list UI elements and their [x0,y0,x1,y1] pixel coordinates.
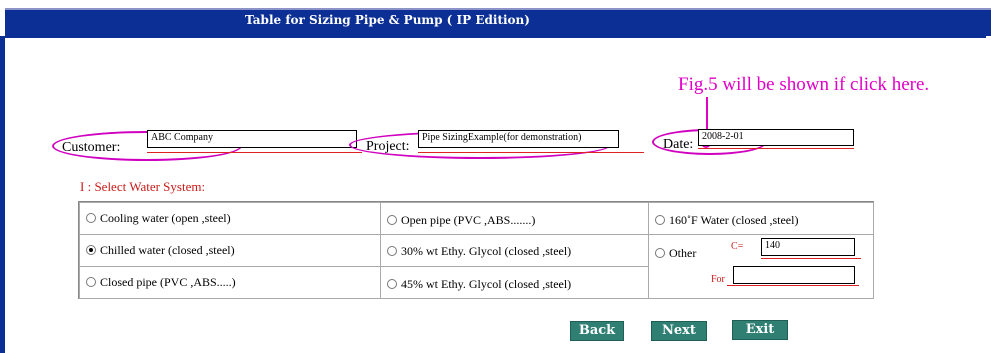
c-label: C= [731,241,744,252]
option-cell: 30% wt Ethy. Glycol (closed ,steel) [380,234,649,267]
option-cell: Closed pipe (PVC ,ABS.....) [79,266,381,299]
customer-underline [147,152,362,153]
window-right-border [986,36,991,353]
option-other-cell: Other C= 140 For [648,234,874,299]
option-160f-water[interactable]: 160˚F Water (closed ,steel) [655,213,798,228]
radio-icon[interactable] [387,279,397,290]
customer-label: Customer: [62,140,121,155]
option-label: 45% wt Ethy. Glycol (closed ,steel) [401,277,572,291]
option-cooling-water[interactable]: Cooling water (open ,steel) [86,211,231,226]
date-input[interactable]: 2008-2-01 [698,129,854,146]
option-chilled-water[interactable]: Chilled water (closed ,steel) [86,243,235,258]
water-system-table: Cooling water (open ,steel) Chilled wate… [78,201,874,299]
option-label: Chilled water (closed ,steel) [100,243,235,257]
option-label: 160˚F Water (closed ,steel) [669,213,799,227]
option-cell: 160˚F Water (closed ,steel) [648,202,874,235]
window-left-border [0,36,5,353]
project-underline [418,152,644,153]
option-open-pipe[interactable]: Open pipe (PVC ,ABS.......) [387,213,535,228]
radio-icon[interactable] [655,248,665,259]
option-cell: Cooling water (open ,steel) [79,202,381,235]
radio-icon[interactable] [86,213,96,224]
next-button[interactable]: Next [651,321,707,341]
radio-selected-icon[interactable] [86,245,96,256]
radio-icon[interactable] [387,246,397,257]
radio-icon[interactable] [86,277,96,288]
option-label: Closed pipe (PVC ,ABS.....) [100,275,236,289]
option-other[interactable]: Other [655,246,696,261]
option-label: Open pipe (PVC ,ABS.......) [401,213,536,227]
for-underline [727,285,859,286]
option-30-glycol[interactable]: 30% wt Ethy. Glycol (closed ,steel) [387,244,571,259]
option-closed-pipe[interactable]: Closed pipe (PVC ,ABS.....) [86,275,236,290]
radio-icon[interactable] [655,215,665,226]
for-label: For [711,274,725,285]
title-bar: Table for Sizing Pipe & Pump ( IP Editio… [0,0,991,38]
for-value-input[interactable] [733,266,855,284]
option-cell: 45% wt Ethy. Glycol (closed ,steel) [380,266,649,299]
window-title: Table for Sizing Pipe & Pump ( IP Editio… [245,13,530,27]
section-title-water-system: I : Select Water System: [80,179,206,194]
date-label: Date: [663,137,694,152]
project-label: Project: [366,139,410,154]
option-label: Cooling water (open ,steel) [100,211,231,225]
option-cell: Open pipe (PVC ,ABS.......) [380,202,649,235]
customer-input[interactable]: ABC Company [147,130,357,148]
back-button[interactable]: Back [570,321,624,341]
option-label: Other [669,246,697,260]
option-45-glycol[interactable]: 45% wt Ethy. Glycol (closed ,steel) [387,277,571,292]
annotation-callout: Fig.5 will be shown if click here. [678,74,930,95]
radio-icon[interactable] [387,215,397,226]
option-cell: Chilled water (closed ,steel) [79,234,381,267]
c-value-input[interactable]: 140 [761,238,855,256]
option-label: 30% wt Ethy. Glycol (closed ,steel) [401,244,572,258]
exit-button[interactable]: Exit [732,320,788,340]
date-underline [698,148,854,149]
c-underline [761,258,861,259]
project-input[interactable]: Pipe SizingExample(for demonstration) [418,130,619,148]
